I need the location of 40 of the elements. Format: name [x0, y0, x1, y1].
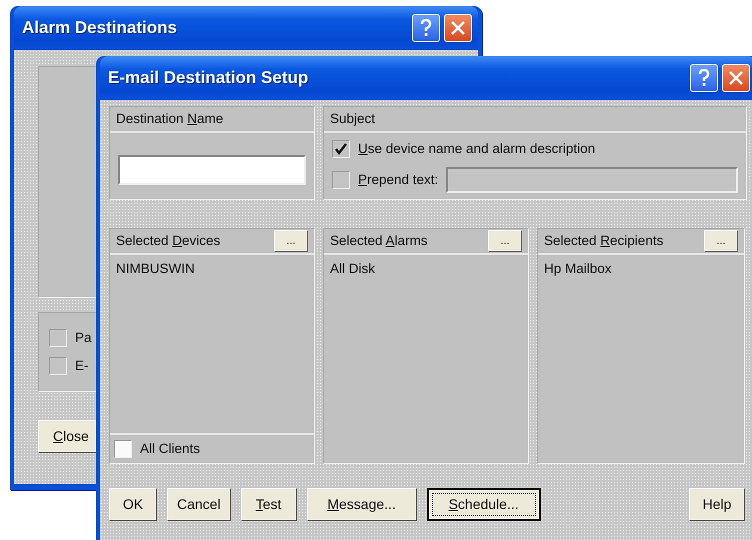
checkbox[interactable] — [332, 171, 350, 190]
list-label: Selected Devices — [116, 232, 220, 250]
window-title: Alarm Destinations — [22, 17, 177, 40]
checkbox-label: Pa — [75, 328, 92, 347]
browse-button[interactable]: ... — [274, 230, 308, 252]
close-button[interactable] — [444, 14, 472, 42]
dialog-button[interactable]: Test — [240, 488, 297, 521]
dialog-button[interactable]: Message... — [306, 488, 417, 521]
list-label: Selected Recipients — [544, 232, 664, 250]
list-item[interactable]: NIMBUSWIN — [116, 259, 308, 280]
name-field[interactable] — [118, 155, 306, 185]
checkbox[interactable] — [49, 328, 67, 347]
checkbox[interactable] — [332, 140, 350, 158]
group-label: Subject — [330, 110, 376, 128]
dialog-button[interactable]: Schedule... — [426, 488, 541, 521]
dialog-button[interactable]: Cancel — [167, 488, 231, 521]
window-title: E-mail Destination Setup — [108, 67, 308, 90]
help-button[interactable] — [690, 64, 718, 92]
close-icon — [728, 70, 744, 86]
help-button[interactable] — [412, 14, 440, 42]
close-icon — [450, 20, 466, 36]
help-icon — [697, 69, 711, 87]
dialog-button[interactable]: Help — [689, 488, 745, 521]
checkbox[interactable] — [49, 357, 67, 376]
list-item[interactable]: All Disk — [330, 259, 522, 280]
checkbox-label: Prepend text: — [358, 171, 438, 190]
list-item[interactable]: Hp Mailbox — [544, 259, 738, 280]
checkbox-label: Use device name and alarm description — [358, 140, 596, 158]
browse-button[interactable]: ... — [704, 230, 738, 252]
checkbox-label: E- — [75, 357, 88, 375]
browse-button[interactable]: ... — [488, 230, 522, 252]
list-label: Selected Alarms — [330, 232, 428, 250]
group-label: Destination Name — [116, 110, 224, 128]
dialog-button[interactable]: OK — [109, 488, 157, 521]
help-icon — [419, 19, 433, 37]
checkbox-label: All Clients — [140, 440, 200, 458]
close-button[interactable]: Close — [38, 420, 96, 453]
checkbox[interactable] — [114, 440, 132, 458]
check-icon — [334, 142, 348, 156]
close-button[interactable] — [722, 64, 750, 92]
